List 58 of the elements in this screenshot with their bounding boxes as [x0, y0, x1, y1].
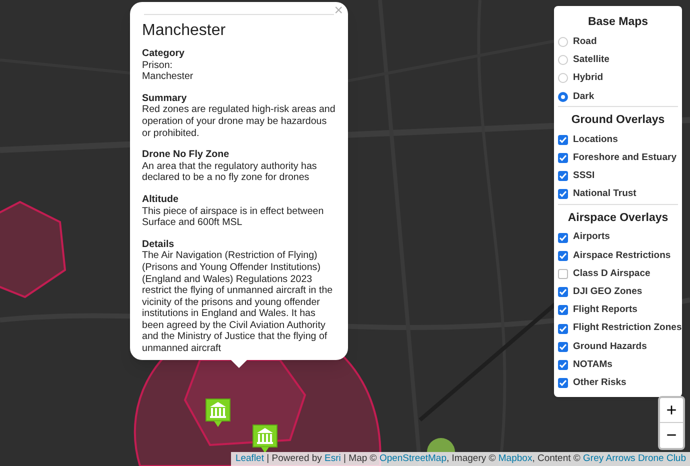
layer-label[interactable]: Other Risks: [573, 376, 626, 390]
checkbox[interactable]: [558, 250, 568, 261]
section-title: Base Maps: [586, 15, 650, 30]
layer-label[interactable]: Hybrid: [573, 71, 604, 86]
checkbox[interactable]: [558, 268, 568, 279]
section-text: Manchester: [142, 71, 194, 83]
section-text: Prison:: [142, 60, 174, 72]
layer-label[interactable]: Airspace Restrictions: [573, 248, 671, 263]
checkbox[interactable]: [558, 287, 568, 298]
section-heading: Altitude: [142, 194, 180, 206]
layer-label[interactable]: Road: [573, 34, 597, 50]
section-text: Red zones are regulated high-risk areas and operation of your drone may be hazardous or prohibited.: [142, 104, 336, 140]
layer-label[interactable]: Locations: [573, 132, 618, 147]
section-text: The Air Navigation (Restriction of Flying) (Prisons and Young Offender Institutions) (England and Wales) Regulations 2023 restrict the flying of unmanned aircraft in the vicinity of the prisons and young offender institutions in England and Wales. It has been agreed by the Civil Aviation Authority and the Ministry of Justice that the flying of unmanned aircraft: [142, 250, 334, 355]
section-heading: Details: [142, 238, 176, 250]
section-heading: Category: [142, 48, 186, 60]
layer-label[interactable]: Class D Airspace: [573, 266, 650, 282]
layer-label[interactable]: Flight Reports: [573, 303, 638, 318]
checkbox[interactable]: [558, 324, 568, 334]
layer-label[interactable]: SSSI: [573, 169, 595, 184]
attribution-text: , Content ©: [532, 452, 582, 466]
checkbox[interactable]: [558, 134, 568, 145]
attribution-text: | Map ©: [342, 452, 378, 466]
layer-label[interactable]: Dark: [573, 90, 594, 104]
section-text: An area that the regulatory authority has declared to be a no fly zone for drones: [142, 160, 318, 184]
radio-button[interactable]: [558, 37, 568, 48]
checkbox[interactable]: [558, 153, 568, 164]
layer-label[interactable]: Flight Restriction Zones: [573, 321, 682, 336]
checkbox[interactable]: [558, 171, 568, 182]
attribution-text: | Powered by: [266, 452, 323, 466]
building-marker-icon[interactable]: [205, 398, 231, 428]
checkbox[interactable]: [558, 232, 568, 243]
section-text: This piece of airspace is in effect between Surface and 600ft MSL: [142, 206, 325, 229]
layer-label[interactable]: Ground Hazards: [573, 340, 647, 354]
zoom-out-button[interactable]: −: [660, 423, 683, 448]
layer-label[interactable]: Foreshore and Estuary: [573, 150, 676, 166]
section-heading: Summary: [142, 92, 188, 104]
popup-title: Manchester: [142, 21, 227, 41]
zoom-in-button[interactable]: +: [660, 398, 683, 423]
radio-button[interactable]: [558, 55, 568, 66]
layer-label[interactable]: Airports: [573, 230, 610, 245]
building-marker-icon[interactable]: [252, 424, 278, 454]
checkbox[interactable]: [558, 305, 568, 316]
checkbox[interactable]: [558, 342, 568, 352]
layer-label[interactable]: National Trust: [573, 187, 636, 202]
radio-button[interactable]: [558, 73, 568, 84]
layer-label[interactable]: DJI GEO Zones: [573, 285, 642, 300]
checkbox[interactable]: [558, 378, 568, 388]
circle-marker-icon[interactable]: [427, 438, 455, 452]
checkbox[interactable]: [558, 189, 568, 200]
layer-label[interactable]: Satellite: [573, 53, 610, 68]
attribution-text: , Imagery ©: [446, 452, 497, 466]
checkbox[interactable]: [558, 360, 568, 370]
layer-label[interactable]: NOTAMs: [573, 358, 612, 372]
section-title: Airspace Overlays: [566, 210, 670, 226]
section-heading: Drone No Fly Zone: [142, 149, 230, 161]
radio-button[interactable]: [558, 92, 568, 102]
section-title: Ground Overlays: [570, 112, 666, 128]
